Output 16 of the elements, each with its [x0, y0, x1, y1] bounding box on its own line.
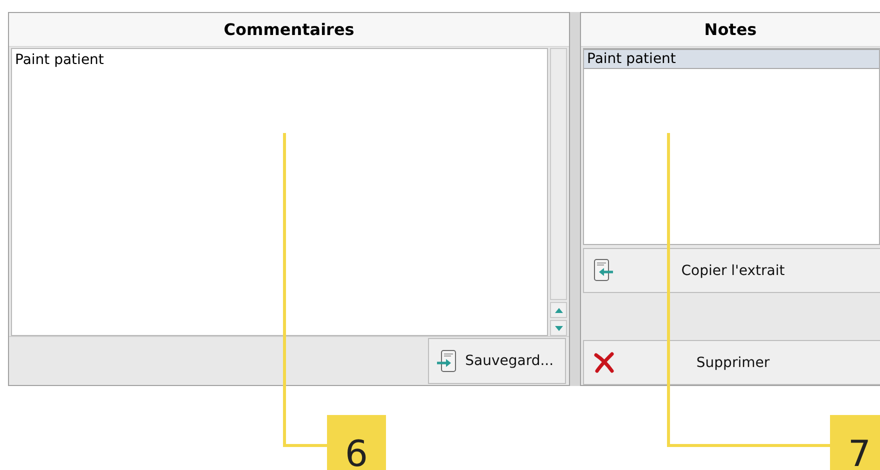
copy-button[interactable]: Copier l'extrait	[583, 248, 880, 293]
callout-badge: 7	[830, 415, 880, 470]
scroll-up-button[interactable]	[550, 302, 568, 318]
delete-icon	[594, 352, 615, 373]
scroll-down-button[interactable]	[550, 320, 568, 336]
document-arrow-icon	[594, 259, 614, 282]
save-button[interactable]: Sauvegard...	[428, 338, 566, 384]
callout-badge: 6	[327, 415, 386, 470]
comment-field[interactable]: Paint patient	[11, 48, 548, 336]
delete-button[interactable]: Supprimer	[583, 340, 880, 385]
panel-title: Notes	[581, 13, 880, 47]
scroll-down-icon	[554, 324, 564, 332]
panel-title: Commentaires	[9, 13, 570, 47]
list-item[interactable]: Paint patient	[584, 49, 879, 69]
document-arrow-icon	[437, 350, 458, 372]
scroll-up-icon	[554, 306, 564, 314]
